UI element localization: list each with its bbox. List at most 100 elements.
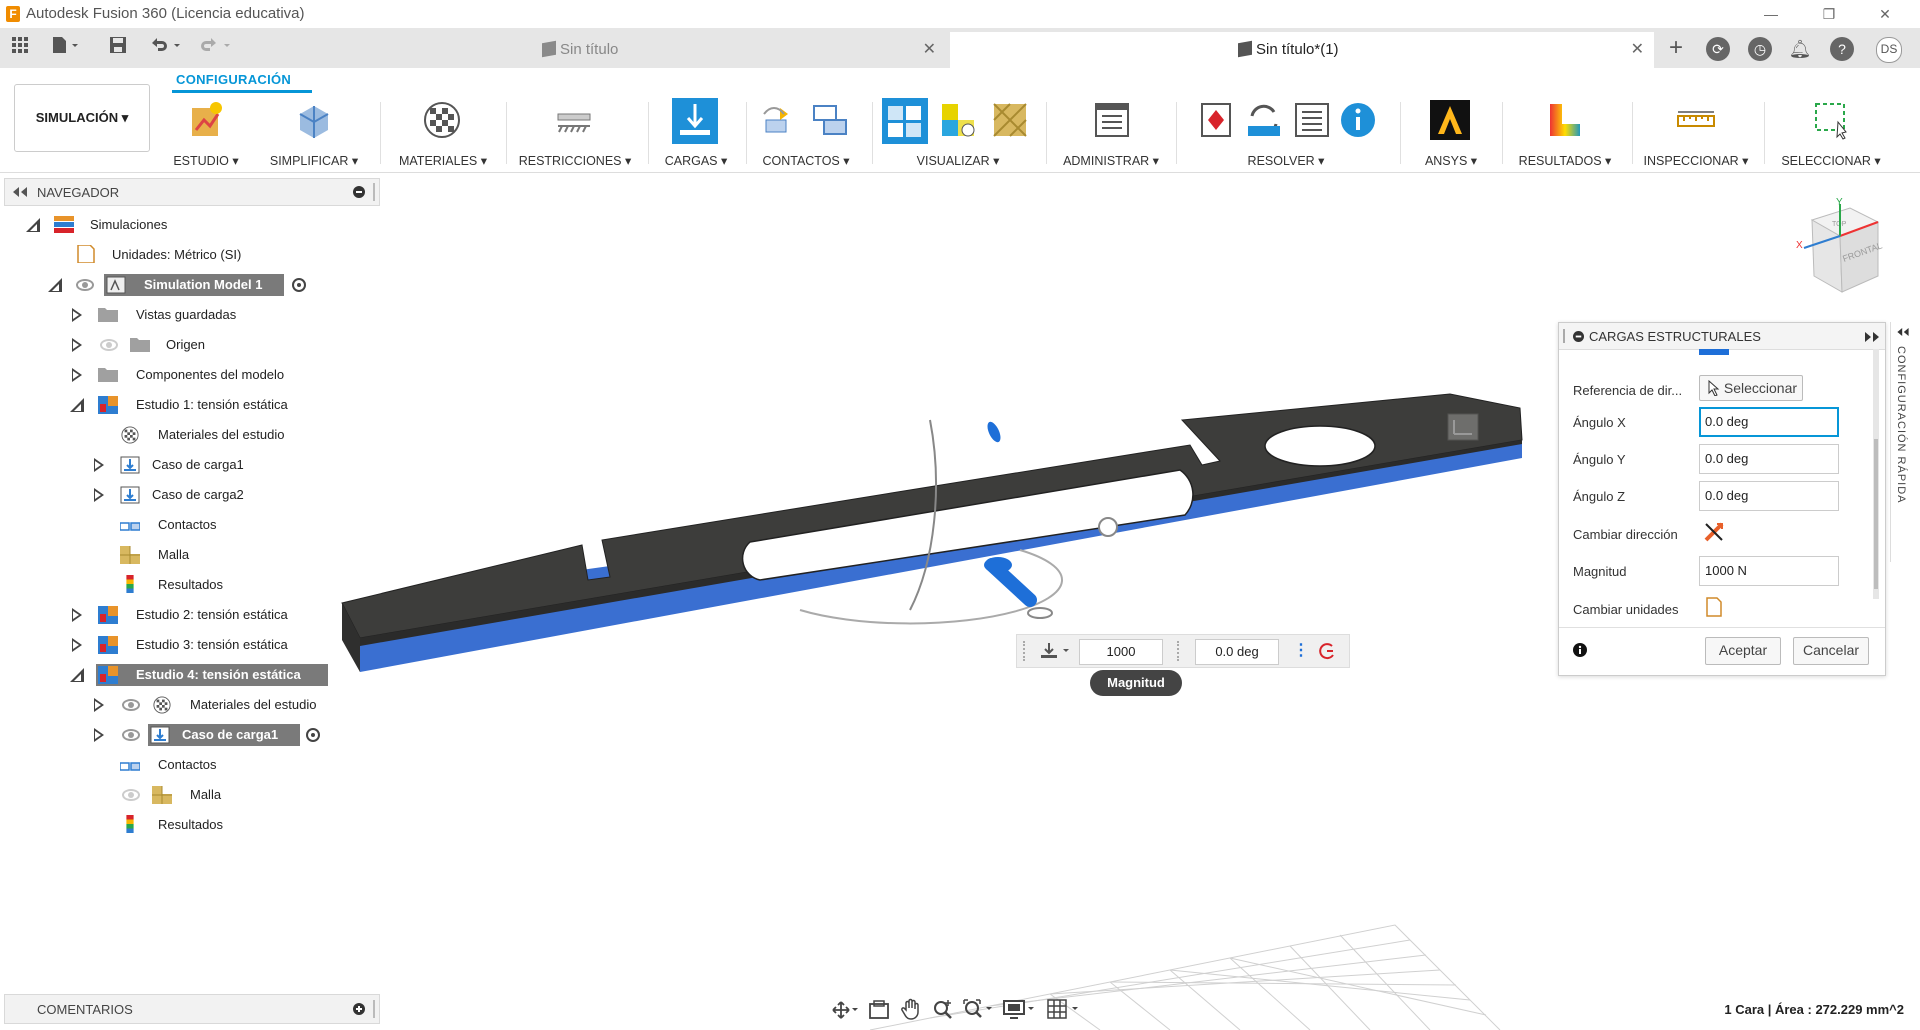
- dialog-header[interactable]: CARGAS ESTRUCTURALES: [1559, 323, 1885, 350]
- notifications-bell-icon[interactable]: 🔔︎: [1788, 37, 1812, 61]
- flip-direction-icon[interactable]: [1317, 641, 1337, 661]
- extensions-icon[interactable]: ⟳: [1706, 37, 1730, 61]
- tree-item-study-2[interactable]: Estudio 2: tensión estática: [0, 604, 380, 634]
- collapsed-arrow-icon[interactable]: [94, 488, 104, 502]
- expanded-arrow-icon[interactable]: [70, 398, 84, 412]
- seleccionar-group[interactable]: SELECCIONAR ▾: [1772, 98, 1890, 170]
- tree-item-study-1[interactable]: Estudio 1: tensión estática: [0, 394, 380, 424]
- close-tab-icon[interactable]: ✕: [1631, 32, 1644, 68]
- visibility-eye-icon[interactable]: [122, 729, 140, 741]
- orbit-icon[interactable]: [832, 1000, 860, 1020]
- tree-item-study-materials[interactable]: Materiales del estudio: [0, 424, 380, 454]
- ansys-group[interactable]: ANSYS ▾: [1408, 98, 1494, 170]
- visibility-off-eye-icon[interactable]: [122, 789, 140, 801]
- flip-direction-icon[interactable]: [1703, 521, 1725, 543]
- materiales-group[interactable]: MATERIALES ▾: [392, 98, 494, 170]
- save-icon[interactable]: [106, 36, 130, 60]
- angle-z-input[interactable]: 0.0 deg: [1699, 481, 1839, 511]
- collapsed-arrow-icon[interactable]: [72, 638, 82, 652]
- expanded-arrow-icon[interactable]: [48, 278, 62, 292]
- apps-grid-icon[interactable]: [8, 36, 32, 60]
- job-status-icon[interactable]: ◷: [1748, 37, 1772, 61]
- collapsed-arrow-icon[interactable]: [72, 308, 82, 322]
- activate-radio-icon[interactable]: [306, 728, 320, 742]
- tree-item-mesh[interactable]: Malla: [0, 784, 380, 814]
- resolver-group[interactable]: RESOLVER ▾: [1186, 98, 1386, 170]
- fit-zoom-icon[interactable]: [962, 998, 996, 1020]
- load-type-dropdown-icon[interactable]: [1039, 641, 1073, 661]
- tree-item-saved-views[interactable]: Vistas guardadas: [0, 304, 380, 334]
- tree-item-units[interactable]: Unidades: Métrico (SI): [0, 244, 380, 274]
- visibility-off-eye-icon[interactable]: [100, 339, 118, 351]
- floating-angle-input[interactable]: 0.0 deg: [1195, 639, 1279, 665]
- tree-item-simulaciones[interactable]: Simulaciones: [0, 214, 380, 244]
- simplificar-group[interactable]: SIMPLIFICAR ▾: [266, 98, 362, 170]
- tab-sin-titulo-1[interactable]: Sin título*(1) ✕: [950, 32, 1654, 68]
- new-tab-icon[interactable]: +: [1664, 36, 1688, 60]
- minus-circle-icon[interactable]: [1573, 331, 1584, 342]
- file-menu-icon[interactable]: [48, 36, 84, 60]
- tree-item-contacts[interactable]: Contactos: [0, 754, 380, 784]
- tree-item-study-materials[interactable]: Materiales del estudio: [0, 694, 380, 724]
- tree-item-study-3[interactable]: Estudio 3: tensión estática: [0, 634, 380, 664]
- close-tab-icon[interactable]: ✕: [923, 32, 936, 68]
- viewcube[interactable]: TOP FRONTAL X Y: [1790, 198, 1890, 298]
- visibility-eye-icon[interactable]: [122, 699, 140, 711]
- user-avatar[interactable]: DS: [1876, 37, 1902, 63]
- visualizar-group[interactable]: VISUALIZAR ▾: [880, 98, 1036, 170]
- magnitude-input[interactable]: 1000 N: [1699, 556, 1839, 586]
- tree-item-load-case-1-study-4[interactable]: Caso de carga1: [0, 724, 380, 754]
- resultados-group[interactable]: RESULTADOS ▾: [1510, 98, 1620, 170]
- tree-item-mesh[interactable]: Malla: [0, 544, 380, 574]
- tree-item-study-4[interactable]: Estudio 4: tensión estática: [0, 664, 380, 694]
- collapsed-arrow-icon[interactable]: [72, 338, 82, 352]
- dialog-grip[interactable]: [1563, 329, 1565, 343]
- angle-y-input[interactable]: 0.0 deg: [1699, 444, 1839, 474]
- tab-configuracion[interactable]: CONFIGURACIÓN: [176, 72, 291, 87]
- dialog-scrollbar-track[interactable]: [1873, 349, 1879, 599]
- minimize-button[interactable]: —: [1748, 2, 1794, 26]
- info-icon[interactable]: [1573, 643, 1587, 657]
- accept-button[interactable]: Aceptar: [1705, 637, 1781, 665]
- angle-x-input[interactable]: 0.0 deg: [1699, 407, 1839, 437]
- collapse-side-panel-icon[interactable]: [1897, 328, 1909, 336]
- collapsed-arrow-icon[interactable]: [94, 728, 104, 742]
- panel-resize-handle[interactable]: [373, 183, 375, 201]
- collapse-panel-icon[interactable]: [13, 187, 27, 197]
- cancel-button[interactable]: Cancelar: [1793, 637, 1869, 665]
- tree-item-results[interactable]: Resultados: [0, 574, 380, 604]
- activate-radio-icon[interactable]: [292, 278, 306, 292]
- estudio-group[interactable]: ESTUDIO ▾: [166, 98, 246, 170]
- floating-magnitude-input[interactable]: 1000: [1079, 639, 1163, 665]
- collapsed-arrow-icon[interactable]: [72, 368, 82, 382]
- cargas-group[interactable]: CARGAS ▾: [656, 98, 736, 170]
- tree-item-results[interactable]: Resultados: [0, 814, 380, 844]
- grid-settings-icon[interactable]: [1046, 998, 1082, 1020]
- workspace-switcher[interactable]: SIMULACIÓN ▾: [14, 84, 150, 152]
- help-icon[interactable]: ?: [1830, 37, 1854, 61]
- collapsed-arrow-icon[interactable]: [94, 698, 104, 712]
- expand-dialog-icon[interactable]: [1865, 332, 1879, 342]
- comments-panel[interactable]: COMENTARIOS: [4, 994, 380, 1024]
- minus-circle-icon[interactable]: [353, 186, 365, 198]
- quick-setup-side-tab[interactable]: CONFIGURACIÓN RÁPIDA: [1890, 322, 1915, 562]
- tree-item-simulation-model-1[interactable]: Simulation Model 1: [0, 274, 380, 304]
- expanded-arrow-icon[interactable]: [70, 668, 84, 682]
- look-at-icon[interactable]: [868, 1000, 890, 1020]
- close-window-button[interactable]: ✕: [1862, 2, 1908, 26]
- visibility-eye-icon[interactable]: [76, 279, 94, 291]
- restricciones-group[interactable]: RESTRICCIONES ▾: [514, 98, 636, 170]
- contactos-group[interactable]: CONTACTOS ▾: [754, 98, 858, 170]
- redo-icon[interactable]: [196, 36, 236, 60]
- toolbar-grip[interactable]: [1023, 641, 1027, 661]
- collapsed-arrow-icon[interactable]: [94, 458, 104, 472]
- more-options-icon[interactable]: ⋮: [1293, 639, 1309, 663]
- viewport-canvas[interactable]: [330, 370, 1650, 1030]
- tree-item-contacts[interactable]: Contactos: [0, 514, 380, 544]
- tab-sin-titulo[interactable]: Sin título ✕: [242, 32, 946, 68]
- expanded-arrow-icon[interactable]: [26, 218, 40, 232]
- tree-item-origin[interactable]: Origen: [0, 334, 380, 364]
- administrar-group[interactable]: ADMINISTRAR ▾: [1058, 98, 1164, 170]
- select-direction-button[interactable]: Seleccionar: [1699, 375, 1803, 401]
- units-document-icon[interactable]: [1705, 597, 1723, 617]
